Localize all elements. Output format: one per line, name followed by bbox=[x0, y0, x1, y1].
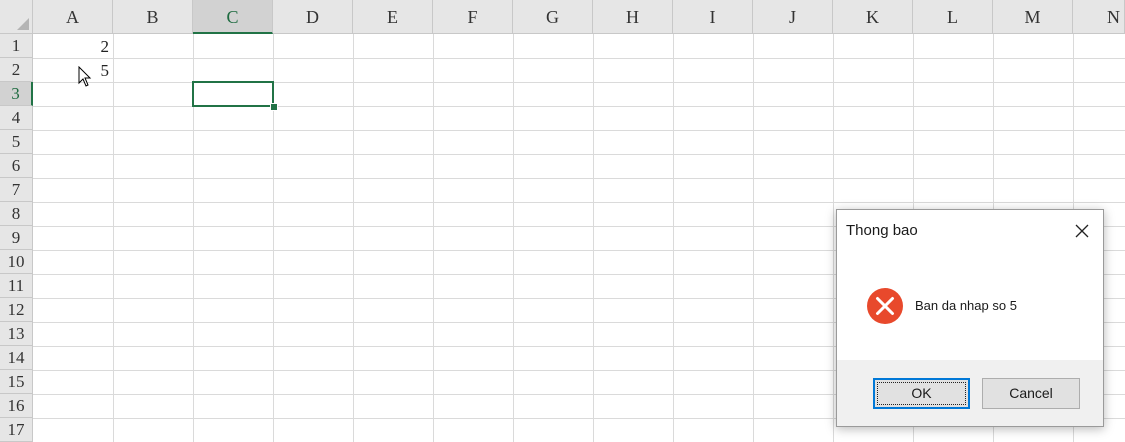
fill-handle[interactable] bbox=[270, 103, 278, 111]
column-header-h[interactable]: H bbox=[593, 0, 673, 34]
row-header-6[interactable]: 6 bbox=[0, 154, 33, 178]
ok-button[interactable]: OK bbox=[873, 378, 970, 409]
select-all-triangle-icon bbox=[17, 18, 29, 30]
grid-line bbox=[33, 154, 1125, 155]
error-icon bbox=[867, 288, 903, 324]
grid-line bbox=[833, 34, 834, 442]
close-icon[interactable] bbox=[1069, 218, 1095, 244]
column-header-n[interactable]: N bbox=[1073, 0, 1125, 34]
grid-line bbox=[593, 34, 594, 442]
column-header-l[interactable]: L bbox=[913, 0, 993, 34]
row-header-10[interactable]: 10 bbox=[0, 250, 33, 274]
row-header-8[interactable]: 8 bbox=[0, 202, 33, 226]
select-all-corner[interactable] bbox=[0, 0, 33, 34]
grid-line bbox=[433, 34, 434, 442]
column-header-g[interactable]: G bbox=[513, 0, 593, 34]
row-header-4[interactable]: 4 bbox=[0, 106, 33, 130]
column-header-b[interactable]: B bbox=[113, 0, 193, 34]
active-cell-c3[interactable] bbox=[192, 81, 274, 107]
row-header-12[interactable]: 12 bbox=[0, 298, 33, 322]
grid-line bbox=[353, 34, 354, 442]
message-dialog[interactable]: Thong bao Ban da nhap so 5 OK Cancel bbox=[836, 209, 1104, 427]
row-header-1[interactable]: 1 bbox=[0, 34, 33, 58]
grid-line bbox=[113, 34, 114, 442]
row-header-13[interactable]: 13 bbox=[0, 322, 33, 346]
grid-line bbox=[33, 58, 1125, 59]
grid-line bbox=[33, 202, 1125, 203]
row-header-14[interactable]: 14 bbox=[0, 346, 33, 370]
row-header-15[interactable]: 15 bbox=[0, 370, 33, 394]
column-header-m[interactable]: M bbox=[993, 0, 1073, 34]
row-header-9[interactable]: 9 bbox=[0, 226, 33, 250]
row-header-16[interactable]: 16 bbox=[0, 394, 33, 418]
row-header-7[interactable]: 7 bbox=[0, 178, 33, 202]
cancel-button-label: Cancel bbox=[1009, 385, 1053, 401]
grid-line bbox=[753, 34, 754, 442]
row-header-2[interactable]: 2 bbox=[0, 58, 33, 82]
cell-a1[interactable]: 2 bbox=[33, 34, 113, 58]
grid-line bbox=[513, 34, 514, 442]
column-header-i[interactable]: I bbox=[673, 0, 753, 34]
column-header-k[interactable]: K bbox=[833, 0, 913, 34]
row-header-17[interactable]: 17 bbox=[0, 418, 33, 442]
focus-rectangle bbox=[877, 382, 966, 405]
row-header-3[interactable]: 3 bbox=[0, 82, 33, 106]
column-header-e[interactable]: E bbox=[353, 0, 433, 34]
cancel-button[interactable]: Cancel bbox=[982, 378, 1080, 409]
column-header-a[interactable]: A bbox=[33, 0, 113, 34]
grid-line bbox=[673, 34, 674, 442]
dialog-message: Ban da nhap so 5 bbox=[915, 298, 1017, 313]
row-header-11[interactable]: 11 bbox=[0, 274, 33, 298]
column-header-c[interactable]: C bbox=[193, 0, 273, 34]
mouse-pointer-icon bbox=[78, 66, 92, 87]
column-header-j[interactable]: J bbox=[753, 0, 833, 34]
row-header-5[interactable]: 5 bbox=[0, 130, 33, 154]
cell-a2[interactable]: 5 bbox=[33, 58, 113, 82]
grid-line bbox=[33, 178, 1125, 179]
dialog-title: Thong bao bbox=[846, 222, 918, 239]
column-header-f[interactable]: F bbox=[433, 0, 513, 34]
grid-line bbox=[33, 130, 1125, 131]
column-header-d[interactable]: D bbox=[273, 0, 353, 34]
